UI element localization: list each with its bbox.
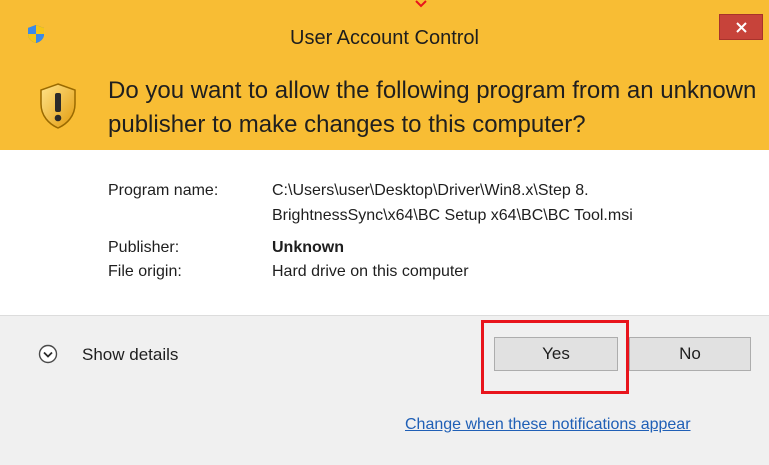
publisher-value: Unknown <box>272 239 344 256</box>
close-button[interactable] <box>719 14 763 40</box>
publisher-label: Publisher: <box>108 239 180 256</box>
uac-dialog: User Account Control Do you want to allo… <box>0 0 769 465</box>
change-notifications-link[interactable]: Change when these notifications appear <box>405 414 691 436</box>
program-name-line2: BrightnessSync\x64\BC Setup x64\BC\BC To… <box>272 207 633 224</box>
close-icon <box>736 22 747 33</box>
details-section <box>0 150 769 315</box>
title-bar: User Account Control <box>0 0 769 62</box>
no-button[interactable]: No <box>629 337 751 371</box>
program-name-line1: C:\Users\user\Desktop\Driver\Win8.x\Step… <box>272 182 589 199</box>
uac-question: Do you want to allow the following progr… <box>108 77 757 138</box>
show-details-label: Show details <box>82 345 179 364</box>
window-title: User Account Control <box>290 27 479 49</box>
file-origin-label: File origin: <box>108 263 182 280</box>
red-marker <box>415 0 427 8</box>
yes-button[interactable]: Yes <box>494 337 618 371</box>
warning-shield-icon <box>40 83 76 129</box>
file-origin-value: Hard drive on this computer <box>272 263 469 280</box>
program-name-label: Program name: <box>108 182 219 199</box>
chevron-down-icon <box>38 344 58 364</box>
